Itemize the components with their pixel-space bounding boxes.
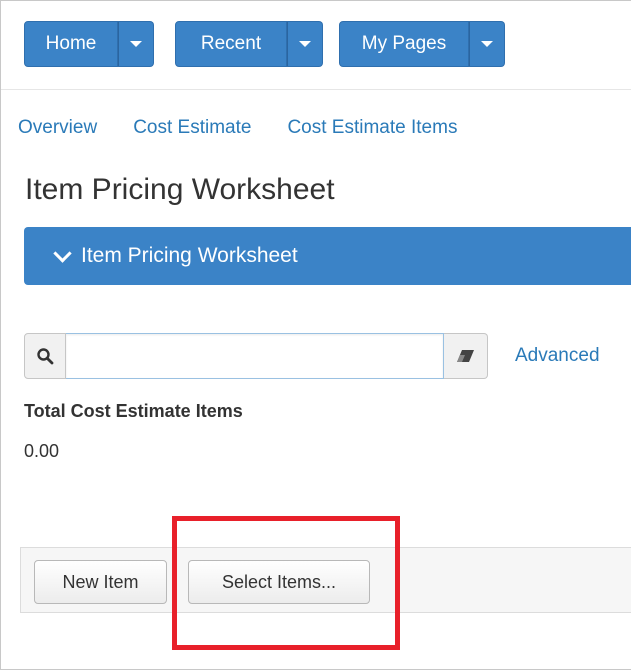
advanced-search-link[interactable]: Advanced [515, 345, 600, 367]
breadcrumb-overview[interactable]: Overview [18, 117, 97, 139]
breadcrumb: Overview Cost Estimate Cost Estimate Ite… [18, 117, 493, 139]
search-bar: Advanced [24, 333, 600, 379]
nav-divider [1, 89, 631, 90]
my-pages-button[interactable]: My Pages [339, 21, 469, 67]
home-dropdown-toggle[interactable] [118, 21, 154, 67]
caret-down-icon [299, 41, 311, 47]
total-value: 0.00 [24, 441, 60, 461]
my-pages-dropdown-toggle[interactable] [469, 21, 505, 67]
highlight-annotation [172, 516, 400, 650]
page-title: Item Pricing Worksheet [25, 173, 335, 206]
recent-menu: Recent [175, 21, 323, 67]
search-input[interactable] [66, 333, 444, 379]
recent-dropdown-toggle[interactable] [287, 21, 323, 67]
search-icon [37, 348, 54, 365]
search-button[interactable] [24, 333, 66, 379]
caret-down-icon [130, 41, 142, 47]
recent-button[interactable]: Recent [175, 21, 287, 67]
chevron-down-icon [53, 243, 72, 263]
breadcrumb-cost-estimate-items[interactable]: Cost Estimate Items [287, 117, 457, 139]
breadcrumb-cost-estimate[interactable]: Cost Estimate [133, 117, 251, 139]
panel-header[interactable]: Item Pricing Worksheet [24, 227, 631, 285]
app-window: Home Recent My Pages Overview Cost Estim… [0, 0, 631, 670]
home-menu: Home [24, 21, 154, 67]
total-label: Total Cost Estimate Items [24, 401, 243, 421]
clear-search-button[interactable] [444, 333, 488, 379]
eraser-icon [456, 350, 474, 362]
panel-title: Item Pricing Worksheet [81, 244, 298, 267]
home-button[interactable]: Home [24, 21, 118, 67]
top-navigation: Home Recent My Pages [1, 1, 631, 91]
caret-down-icon [481, 41, 493, 47]
new-item-button[interactable]: New Item [34, 560, 167, 604]
my-pages-menu: My Pages [339, 21, 505, 67]
